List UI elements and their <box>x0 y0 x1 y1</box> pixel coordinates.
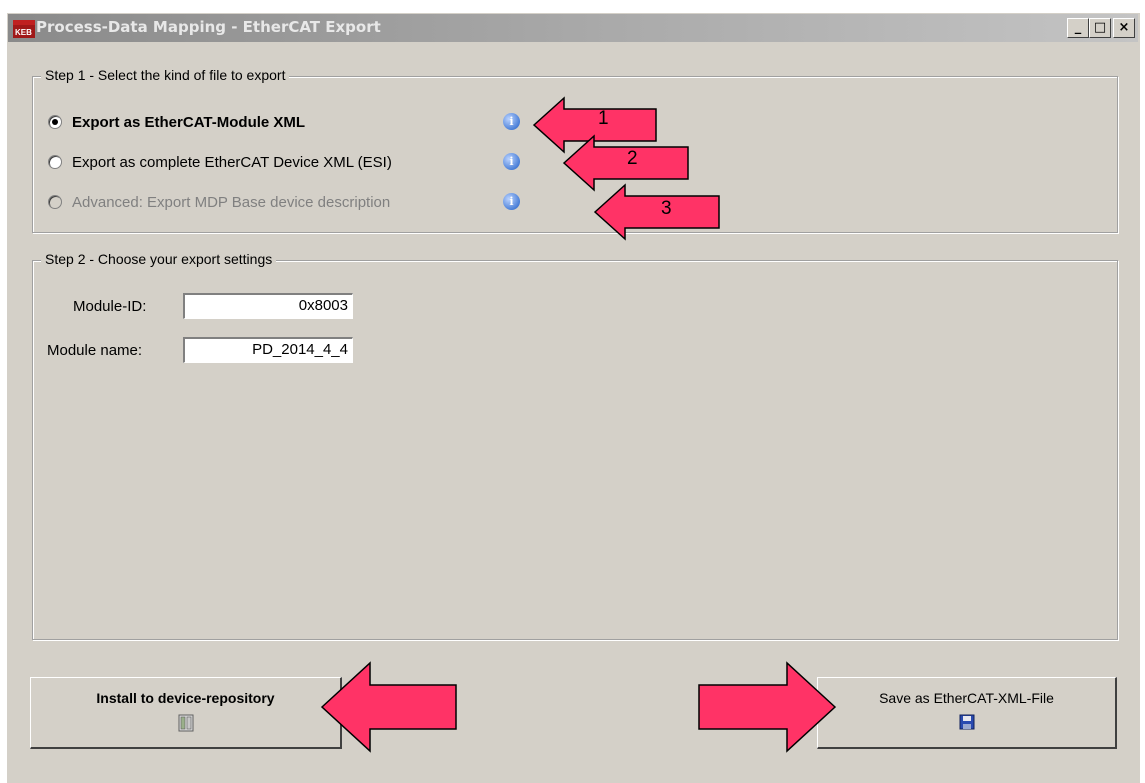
title-bar[interactable]: KEB Process-Data Mapping - EtherCAT Expo… <box>8 14 1138 42</box>
radio-label: Export as complete EtherCAT Device XML (… <box>72 153 392 171</box>
radio-export-mdp-base: Advanced: Export MDP Base device descrip… <box>48 191 390 213</box>
annotation-number-3: 3 <box>661 198 672 219</box>
minimize-button[interactable]: _ <box>1067 18 1089 38</box>
annotation-arrow-install <box>320 661 457 753</box>
module-id-label: Module-ID: <box>73 298 147 315</box>
repository-icon <box>178 714 193 732</box>
install-to-repository-button[interactable]: Install to device-repository <box>30 677 342 749</box>
close-button[interactable]: × <box>1113 18 1135 38</box>
radio-export-module-xml[interactable]: Export as EtherCAT-Module XML <box>48 111 305 133</box>
floppy-disk-icon <box>959 714 974 730</box>
info-icon[interactable]: i <box>503 153 520 170</box>
annotation-arrow-3 <box>593 183 720 241</box>
app-logo-icon: KEB <box>13 20 35 38</box>
module-name-label: Module name: <box>47 342 143 359</box>
maximize-button[interactable]: □ <box>1089 18 1111 38</box>
step1-label: Step 1 - Select the kind of file to expo… <box>41 67 290 83</box>
radio-button <box>48 195 62 209</box>
radio-button[interactable] <box>48 155 62 169</box>
annotation-number-1: 1 <box>598 108 609 129</box>
radio-export-device-xml[interactable]: Export as complete EtherCAT Device XML (… <box>48 151 392 173</box>
save-as-xml-button[interactable]: Save as EtherCAT-XML-File <box>817 677 1117 749</box>
radio-label: Export as EtherCAT-Module XML <box>72 113 306 131</box>
radio-button[interactable] <box>48 115 62 129</box>
module-name-field[interactable]: PD_2014_4_4 <box>183 337 353 363</box>
step2-label: Step 2 - Choose your export settings <box>41 251 277 267</box>
info-icon[interactable]: i <box>503 113 520 130</box>
install-button-label: Install to device-repository <box>96 690 275 706</box>
annotation-number-2: 2 <box>627 148 638 169</box>
save-button-label: Save as EtherCAT-XML-File <box>879 690 1054 706</box>
radio-label: Advanced: Export MDP Base device descrip… <box>72 193 391 211</box>
svg-text:KEB: KEB <box>15 28 32 37</box>
annotation-arrow-save <box>698 661 837 753</box>
window-title: Process-Data Mapping - EtherCAT Export <box>36 18 381 36</box>
info-icon[interactable]: i <box>503 193 520 210</box>
module-id-field[interactable]: 0x8003 <box>183 293 353 319</box>
